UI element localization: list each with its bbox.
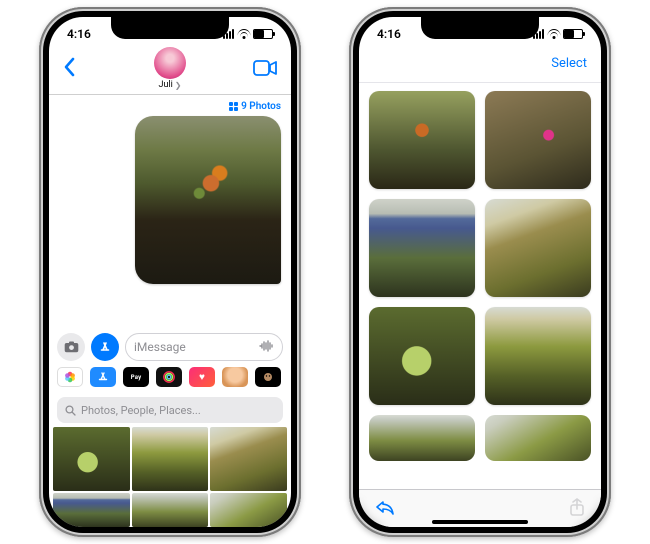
compose-row: iMessage — [49, 327, 291, 365]
photos-grid-body[interactable] — [359, 83, 601, 489]
conversation-nav-bar: Juli ❯ — [49, 45, 291, 95]
photo-count-label: 9 Photos — [241, 101, 281, 112]
fitness-app-icon[interactable] — [156, 367, 182, 387]
bottom-toolbar — [359, 489, 601, 527]
photo-thumb[interactable] — [369, 415, 475, 461]
photos-app-icon[interactable] — [57, 367, 83, 387]
reply-button[interactable] — [375, 499, 395, 519]
chevron-right-icon: ❯ — [175, 81, 182, 90]
status-icons — [533, 29, 583, 39]
status-icons — [223, 29, 273, 39]
contact-header[interactable]: Juli ❯ — [154, 47, 186, 90]
screen-photo-grid: 4:16 Select — [359, 17, 601, 527]
photo-thumb[interactable] — [485, 91, 591, 189]
camera-icon — [64, 341, 79, 353]
screen-messages: 4:16 Juli ❯ — [49, 17, 291, 527]
share-button[interactable] — [569, 498, 585, 520]
phone-left: 4:16 Juli ❯ — [39, 7, 301, 537]
photo-stack-header[interactable]: 9 Photos — [229, 101, 281, 112]
message-photo-bubble[interactable] — [135, 116, 281, 284]
appstore-app-icon[interactable] — [90, 367, 116, 387]
apps-strip[interactable]: Pay ♥ — [49, 365, 291, 393]
notch — [111, 17, 229, 39]
video-camera-icon — [253, 60, 277, 76]
picker-thumb[interactable] — [210, 493, 287, 527]
applepay-app-icon[interactable]: Pay — [123, 367, 149, 387]
picker-thumb[interactable] — [53, 427, 130, 491]
chevron-left-icon — [63, 57, 75, 77]
picker-thumb[interactable] — [132, 493, 209, 527]
audio-wave-icon[interactable] — [259, 340, 274, 355]
message-input[interactable]: iMessage — [125, 333, 283, 361]
status-time: 4:16 — [67, 27, 91, 41]
photo-thumb[interactable] — [485, 415, 591, 461]
facetime-button[interactable] — [253, 60, 277, 80]
picker-thumb[interactable] — [210, 427, 287, 491]
home-indicator[interactable] — [432, 520, 528, 524]
notch — [421, 17, 539, 39]
contact-avatar — [154, 47, 186, 79]
search-placeholder: Photos, People, Places... — [81, 404, 201, 417]
app-drawer-button[interactable] — [91, 333, 119, 361]
message-input-placeholder: iMessage — [134, 340, 186, 354]
memoji-app-icon[interactable] — [222, 367, 248, 387]
picker-thumb[interactable] — [132, 427, 209, 491]
grid-icon — [229, 102, 238, 111]
battery-icon — [563, 29, 583, 39]
appstore-icon — [98, 340, 112, 354]
search-icon — [65, 405, 76, 416]
reply-arrow-icon — [375, 499, 395, 515]
photos-nav-bar: Select — [359, 45, 601, 83]
camera-button[interactable] — [57, 333, 85, 361]
contact-name-label: Juli — [158, 80, 172, 90]
photos-grid-partial-row — [369, 415, 591, 461]
select-button[interactable]: Select — [551, 56, 587, 71]
contact-name-row: Juli ❯ — [158, 80, 181, 90]
battery-icon — [253, 29, 273, 39]
music-app-icon[interactable]: ♥ — [189, 367, 215, 387]
wifi-icon — [237, 29, 250, 39]
photo-thumb[interactable] — [485, 307, 591, 405]
back-button[interactable] — [63, 57, 75, 83]
photos-grid — [369, 91, 591, 405]
conversation-body: 9 Photos — [49, 95, 291, 327]
photo-thumb[interactable] — [369, 199, 475, 297]
picker-thumb[interactable] — [53, 493, 130, 527]
wifi-icon — [547, 29, 560, 39]
status-time: 4:16 — [377, 27, 401, 41]
animoji-app-icon[interactable] — [255, 367, 281, 387]
photo-thumb[interactable] — [485, 199, 591, 297]
share-icon — [569, 498, 585, 516]
photos-search-field[interactable]: Photos, People, Places... — [57, 397, 283, 423]
photo-thumb[interactable] — [369, 307, 475, 405]
phone-right: 4:16 Select — [349, 7, 611, 537]
photo-thumb[interactable] — [369, 91, 475, 189]
photos-picker-grid — [49, 427, 291, 527]
